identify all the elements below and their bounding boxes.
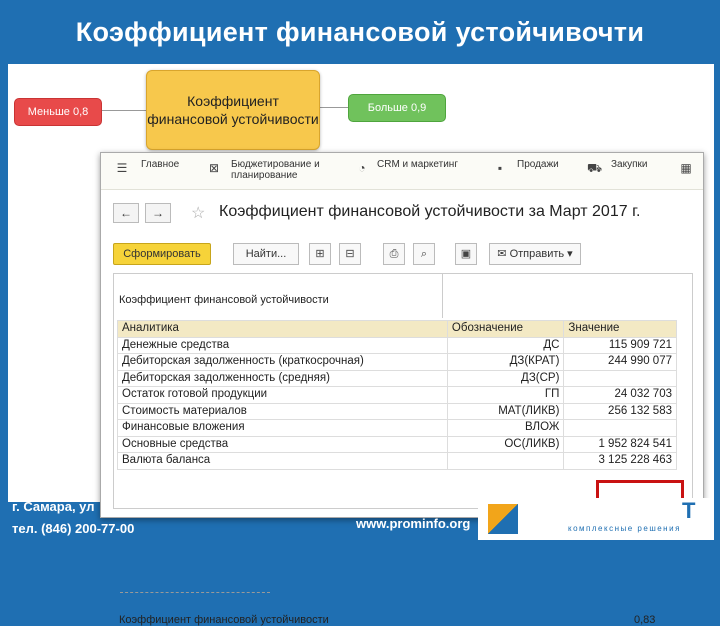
row-value: 256 132 583 [563, 402, 677, 420]
column-header-value: Значение [563, 320, 677, 338]
column-header-analytics: Аналитика [117, 320, 448, 338]
navigation-bar: ← → ☆ Коэффициент финансовой устойчивост… [101, 201, 703, 227]
row-name: Дебиторская задолженность (краткосрочная… [117, 353, 448, 371]
preview-icon[interactable]: ⌕ [413, 243, 435, 265]
budget-icon[interactable]: ⊠ [207, 161, 221, 175]
result-label: Коэффициент финансовой устойчивости [119, 614, 329, 626]
row-value: 115 909 721 [563, 336, 677, 354]
arrow-right-icon: → [152, 206, 164, 220]
menu-icon[interactable]: ☰ [115, 161, 129, 175]
print-icon[interactable]: ⎙ [383, 243, 405, 265]
table-row[interactable]: Финансовые вложения ВЛОЖ [117, 419, 677, 437]
section-menu: ☰ Главное ⊠ Бюджетирование и планировани… [101, 153, 703, 190]
row-value: 1 952 824 541 [563, 435, 677, 453]
row-code: ДЗ(КРАТ) [446, 353, 565, 371]
row-code: ГП [446, 386, 565, 404]
table-header: Аналитика Обозначение Значение [117, 320, 677, 338]
logo-mark-icon [488, 504, 518, 534]
greater-than-node: Больше 0,9 [348, 94, 446, 122]
forward-button[interactable]: → [145, 203, 171, 223]
table-row[interactable]: Дебиторская задолженность (средняя) ДЗ(СР… [117, 369, 677, 387]
star-icon[interactable]: ☆ [191, 203, 205, 223]
table-row[interactable]: Валюта баланса 3 125 228 463 [117, 452, 677, 470]
row-name: Денежные средства [117, 336, 448, 354]
menu-item-crm[interactable]: CRM и маркетинг [377, 159, 458, 170]
column-header-designation: Обозначение [446, 320, 565, 338]
table-row[interactable]: Денежные средства ДС 115 909 721 [117, 336, 677, 354]
envelope-icon: ✉ [497, 248, 510, 260]
row-name: Финансовые вложения [117, 419, 448, 437]
row-value: 3 125 228 463 [563, 452, 677, 470]
menu-item-purchases[interactable]: Закупки [611, 159, 647, 170]
grid-menu-icon[interactable]: ▦ [679, 161, 693, 175]
row-code: ДС [446, 336, 565, 354]
row-name: Дебиторская задолженность (средняя) [117, 369, 448, 387]
menu-item-budgeting[interactable]: Бюджетирование и планирование [231, 159, 341, 181]
document-title: Коэффициент финансовой устойчивости за М… [219, 203, 641, 220]
footer-website[interactable]: www.prominfo.org [356, 516, 470, 531]
menu-item-main[interactable]: Главное [141, 159, 179, 170]
row-code [446, 452, 565, 470]
find-button[interactable]: Найти... [233, 243, 299, 265]
logo-tagline: комплексные решения [568, 524, 681, 533]
report-table: Аналитика Обозначение Значение Денежные … [117, 320, 677, 470]
save-icon[interactable]: ▣ [455, 243, 477, 265]
report-divider [442, 274, 443, 318]
expand-icon[interactable]: ⊞ [309, 243, 331, 265]
result-value: 0,83 [634, 614, 656, 626]
coefficient-diagram: Меньше 0,8 Коэффициент финансовой устойч… [8, 66, 448, 154]
connector-left [100, 110, 146, 111]
coefficient-node: Коэффициент финансовой устойчивости [146, 70, 320, 150]
row-code: ОС(ЛИКВ) [446, 435, 565, 453]
table-row[interactable]: Основные средства ОС(ЛИКВ) 1 952 824 541 [117, 435, 677, 453]
footer-address: г. Самара, ул [12, 499, 95, 514]
less-than-node: Меньше 0,8 [14, 98, 102, 126]
collapse-icon[interactable]: ⊟ [339, 243, 361, 265]
app-window: ☰ Главное ⊠ Бюджетирование и планировани… [100, 152, 704, 626]
row-name: Остаток готовой продукции [117, 386, 448, 404]
arrow-left-icon: ← [120, 206, 132, 220]
back-button[interactable]: ← [113, 203, 139, 223]
menu-item-sales[interactable]: Продажи [517, 159, 559, 170]
row-value [563, 419, 677, 437]
row-code: ДЗ(СР) [446, 369, 565, 387]
table-row[interactable]: Стоимость материалов МАТ(ЛИКВ) 256 132 583 [117, 402, 677, 420]
row-name: Основные средства [117, 435, 448, 453]
crm-icon[interactable]: ◔ [355, 161, 369, 175]
row-name: Валюта баланса [117, 452, 448, 470]
cart-icon[interactable]: ⛟ [587, 161, 602, 175]
report-area: Коэффициент финансовой устойчивости Анал… [113, 273, 693, 626]
send-label: Отправить [509, 248, 565, 260]
generate-button[interactable]: Сформировать [113, 243, 211, 265]
row-value: 244 990 077 [563, 353, 677, 371]
footer-phone: тел. (846) 200-77-00 [12, 521, 135, 536]
row-code: МАТ(ЛИКВ) [446, 402, 565, 420]
bag-icon[interactable]: ▪ [493, 161, 507, 175]
company-logo: Т комплексные решения [478, 498, 714, 540]
slide-title: Коэффициент финансовой устойчивочти [75, 17, 645, 47]
row-code: ВЛОЖ [446, 419, 565, 437]
send-button[interactable]: ✉ Отправить ▾ [489, 243, 581, 265]
table-row[interactable]: Остаток готовой продукции ГП 24 032 703 [117, 386, 677, 404]
row-value [563, 369, 677, 387]
table-row[interactable]: Дебиторская задолженность (краткосрочная… [117, 353, 677, 371]
row-name: Стоимость материалов [117, 402, 448, 420]
logo-letter: Т [682, 498, 696, 523]
row-value: 24 032 703 [563, 386, 677, 404]
footer-contacts: г. Самара, ул тел. (846) 200-77-00 [12, 496, 134, 540]
dashed-separator [120, 592, 270, 593]
report-toolbar: Сформировать Найти... ⊞ ⊟ ⎙ ⌕ ▣ ✉ Отправ… [101, 241, 703, 267]
report-heading: Коэффициент финансовой устойчивости [119, 294, 329, 306]
connector-right [318, 107, 348, 108]
chevron-down-icon: ▾ [564, 248, 573, 260]
